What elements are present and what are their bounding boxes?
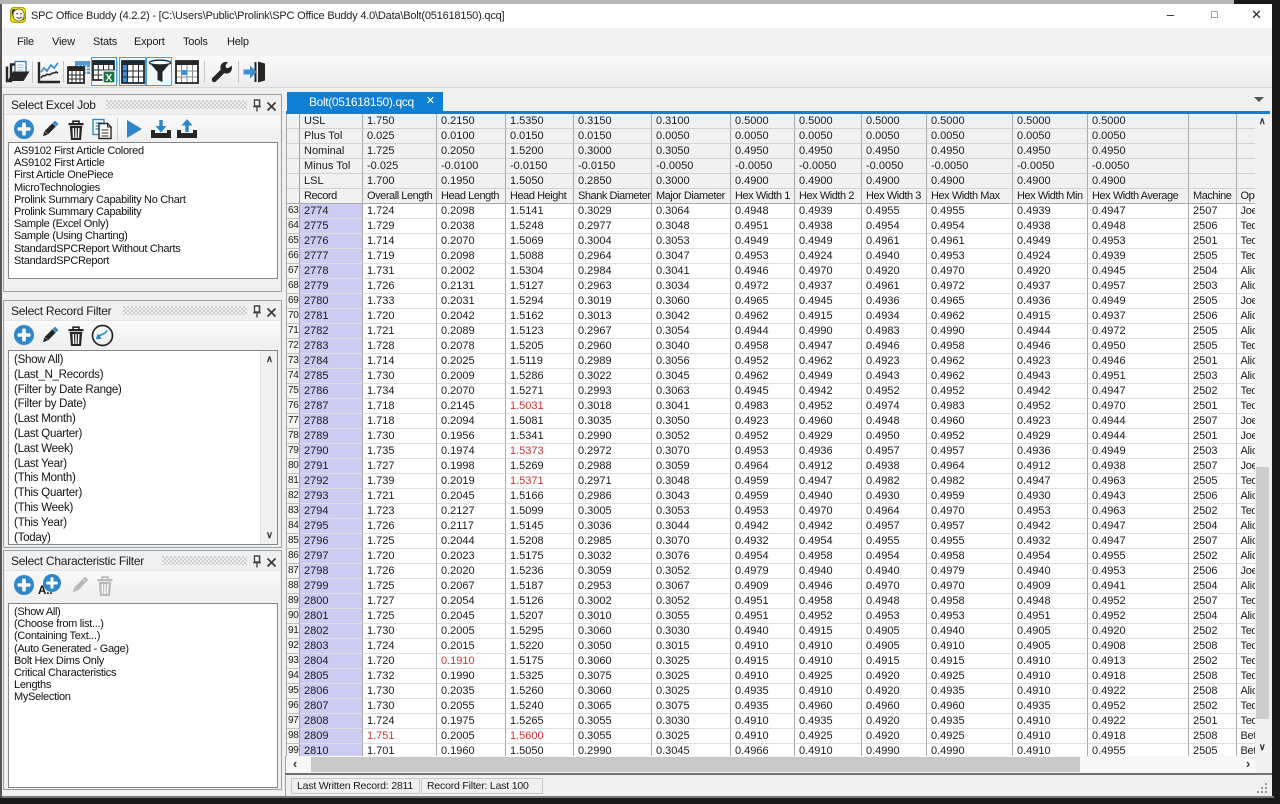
svg-text:A..: A.. xyxy=(38,585,53,596)
svg-text:X: X xyxy=(106,73,113,84)
